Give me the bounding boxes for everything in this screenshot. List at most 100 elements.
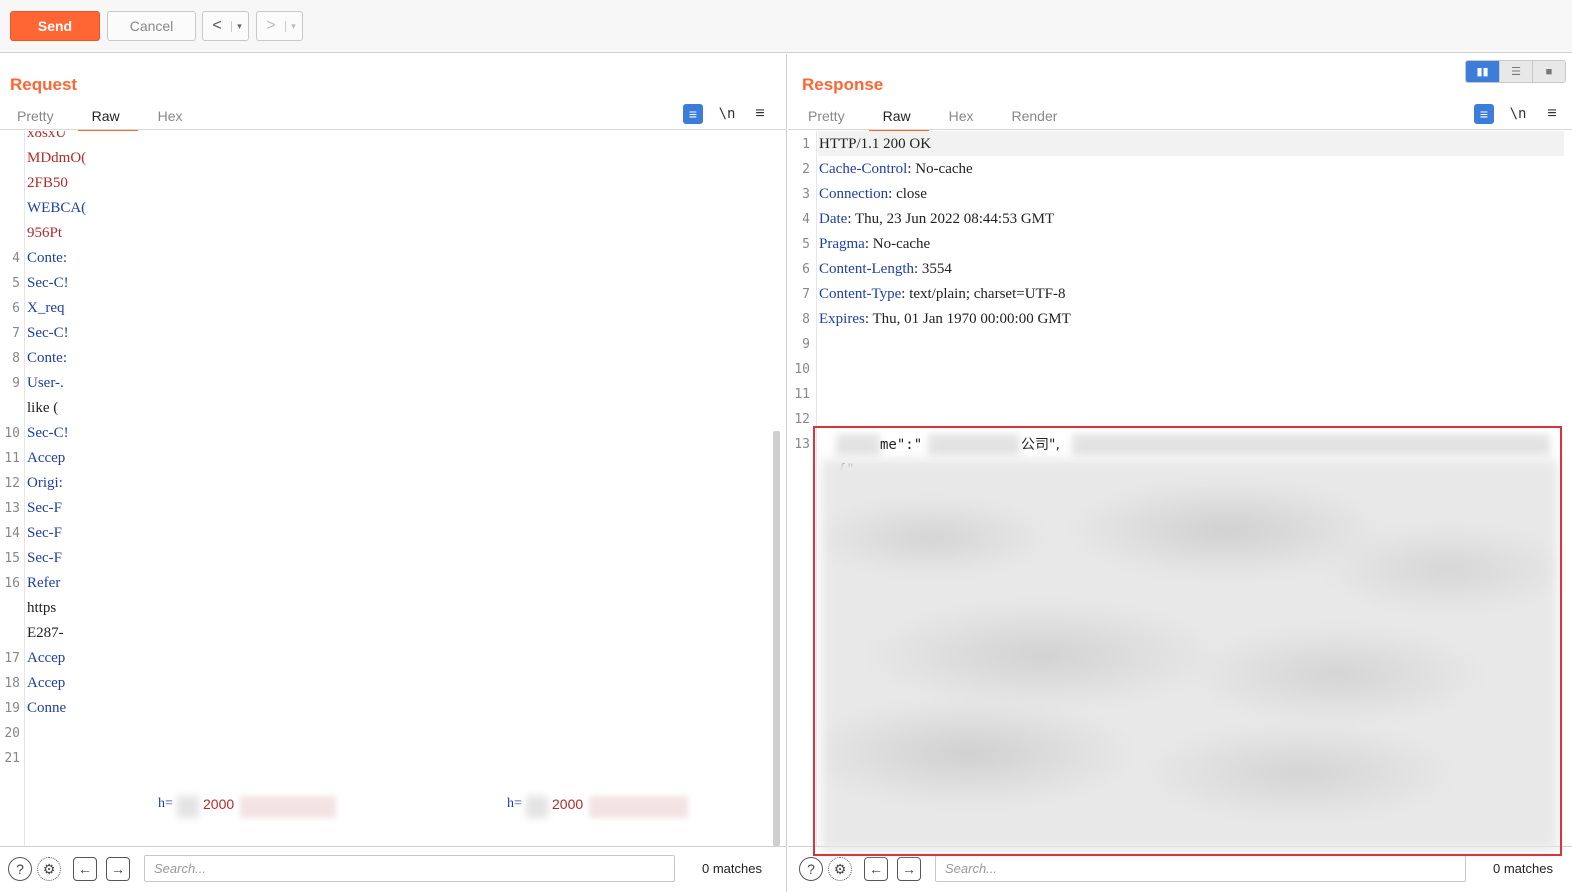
- code-line: 21: [0, 746, 100, 771]
- layout-split-icon[interactable]: ▮▮: [1466, 61, 1499, 82]
- line-number: 12: [794, 412, 810, 427]
- code-line: 14 Sec-F: [0, 521, 100, 546]
- tab-raw[interactable]: Raw: [77, 104, 138, 131]
- header-line: Expires: Thu, 01 Jan 1970 00:00:00 GMT: [819, 307, 1071, 332]
- code-line: 956Pt: [0, 221, 100, 246]
- line-number: 20: [4, 726, 20, 741]
- tab-hex[interactable]: Hex: [949, 104, 974, 130]
- history-back-button[interactable]: < ▾: [202, 11, 249, 41]
- code-line: 18 Accep: [0, 671, 100, 696]
- line-number: 11: [4, 451, 20, 466]
- code-line: E287-: [0, 621, 100, 646]
- code-line: 5 Pragma: No-cache: [788, 232, 1488, 257]
- line-number: 11: [794, 387, 810, 402]
- line-text: Origi:: [27, 475, 63, 491]
- header-line: Pragma: No-cache: [819, 232, 930, 257]
- code-line: 16 Refer: [0, 571, 100, 596]
- response-title: Response: [802, 75, 884, 94]
- header-line: Date: Thu, 23 Jun 2022 08:44:53 GMT: [819, 207, 1054, 232]
- line-number: 9: [802, 337, 810, 352]
- history-forward-button[interactable]: > ▾: [256, 11, 303, 41]
- match-count: 0 matches: [702, 861, 762, 876]
- wrap-lines-icon[interactable]: ≡: [1474, 104, 1494, 124]
- search-input[interactable]: Search...: [935, 855, 1466, 882]
- line-text: Accep: [27, 675, 66, 691]
- code-line: 11 Accep: [0, 446, 100, 471]
- chevron-down-icon[interactable]: ▾: [285, 20, 301, 32]
- gear-icon[interactable]: ⚙: [37, 857, 61, 881]
- arrow-left-icon[interactable]: ←: [73, 857, 97, 881]
- send-button[interactable]: Send: [10, 11, 100, 41]
- line-number: 12: [4, 476, 20, 491]
- line-text: Sec-F: [27, 550, 62, 566]
- code-line: 1 HTTP/1.1 200 OK: [788, 132, 1488, 157]
- menu-icon[interactable]: ≡: [1542, 104, 1562, 124]
- line-number: 5: [802, 237, 810, 252]
- response-tabs: Pretty Raw Hex Render: [808, 104, 1058, 131]
- header-name: Connection: [819, 186, 889, 202]
- body-value-b: 2000: [552, 796, 584, 812]
- line-text: Sec-C!: [27, 325, 69, 341]
- line-number: 3: [802, 187, 810, 202]
- vertical-scrollbar[interactable]: [773, 431, 780, 846]
- header-name: Cache-Control: [819, 161, 908, 177]
- line-number: 7: [12, 326, 20, 341]
- top-toolbar: Send Cancel < ▾ > ▾: [0, 0, 1572, 53]
- line-number: 6: [802, 262, 810, 277]
- layout-stacked-icon[interactable]: ☰: [1499, 61, 1532, 82]
- layout-single-icon[interactable]: ■: [1532, 61, 1565, 82]
- line-number: 2: [802, 162, 810, 177]
- line-text: WEBCA(: [27, 200, 87, 216]
- code-line: 4 Date: Thu, 23 Jun 2022 08:44:53 GMT: [788, 207, 1488, 232]
- cancel-button[interactable]: Cancel: [107, 11, 196, 41]
- newline-toggle-icon[interactable]: \n: [717, 104, 737, 124]
- line-text: https: [27, 600, 57, 616]
- header-line: Cache-Control: No-cache: [819, 157, 973, 182]
- header-value: text/plain; charset=UTF-8: [905, 286, 1066, 302]
- line-text: Sec-C!: [27, 275, 69, 291]
- redacted-block: [589, 796, 688, 818]
- code-line: 10: [788, 357, 1488, 382]
- line-number: 5: [12, 276, 20, 291]
- code-line: 13 Sec-F: [0, 496, 100, 521]
- line-text: X_req: [27, 300, 65, 316]
- chevron-down-icon[interactable]: ▾: [231, 20, 247, 32]
- newline-toggle-icon[interactable]: \n: [1508, 104, 1528, 124]
- line-text: Sec-F: [27, 525, 62, 541]
- arrow-left-icon[interactable]: ←: [864, 857, 888, 881]
- request-title: Request: [10, 75, 78, 94]
- header-name: Pragma: [819, 236, 865, 252]
- tab-hex[interactable]: Hex: [158, 104, 183, 130]
- request-footer: ? ⚙ ← → Search... 0 matches: [0, 846, 786, 892]
- line-text: Accep: [27, 650, 66, 666]
- line-number: 9: [12, 376, 20, 391]
- redacted-block: [240, 796, 336, 818]
- help-icon[interactable]: ?: [799, 857, 823, 881]
- request-editor[interactable]: x8sxU MDdmO(2FB50 WEBCA(956Pt 4 Conte: 5 Sec-C…: [0, 131, 787, 846]
- tab-pretty[interactable]: Pretty: [808, 104, 845, 130]
- line-text: E287-: [27, 625, 64, 641]
- line-number: 10: [794, 362, 810, 377]
- tab-divider: [0, 129, 787, 130]
- line-number: 21: [4, 751, 20, 766]
- line-number: 14: [4, 526, 20, 541]
- tab-render[interactable]: Render: [1012, 104, 1058, 130]
- gear-icon[interactable]: ⚙: [828, 857, 852, 881]
- header-value: No-cache: [911, 161, 973, 177]
- wrap-lines-icon[interactable]: ≡: [683, 104, 703, 124]
- arrow-right-icon[interactable]: →: [897, 857, 921, 881]
- header-value: close: [892, 186, 927, 202]
- code-line: 11: [788, 382, 1488, 407]
- menu-icon[interactable]: ≡: [750, 104, 770, 124]
- tab-divider: [788, 129, 1572, 130]
- tab-pretty[interactable]: Pretty: [17, 104, 54, 130]
- code-line: 5 Sec-C!: [0, 271, 100, 296]
- tab-raw[interactable]: Raw: [868, 104, 929, 131]
- code-line: 17 Accep: [0, 646, 100, 671]
- search-input[interactable]: Search...: [144, 855, 675, 882]
- help-icon[interactable]: ?: [8, 857, 32, 881]
- arrow-right-icon[interactable]: →: [106, 857, 130, 881]
- line-number: 4: [802, 212, 810, 227]
- line-number: 8: [12, 351, 20, 366]
- line-text: x8sxU: [27, 131, 67, 141]
